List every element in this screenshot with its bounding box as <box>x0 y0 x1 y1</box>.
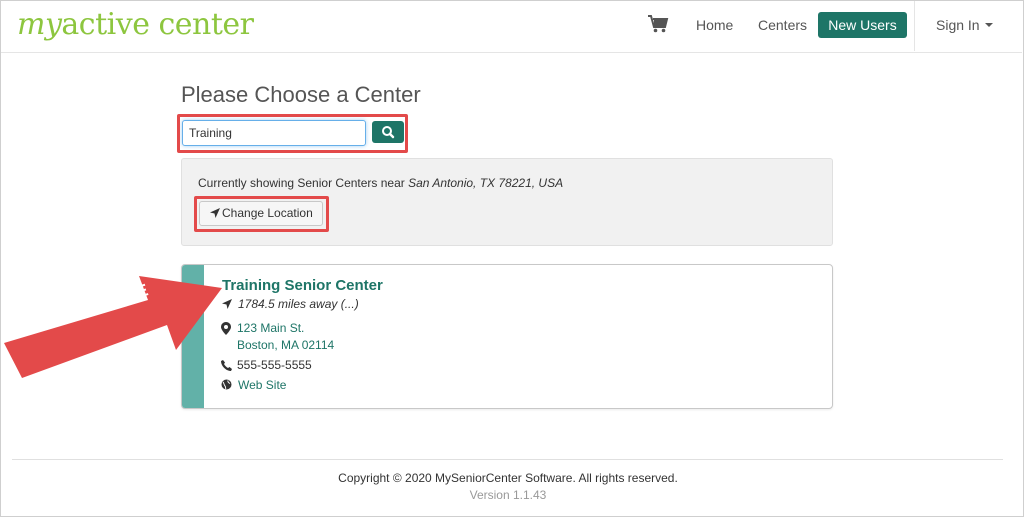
location-place: San Antonio, TX 78221, USA <box>408 176 564 190</box>
logo[interactable]: myactive center <box>17 7 254 43</box>
new-users-button[interactable]: New Users <box>818 12 907 38</box>
center-name-link[interactable]: Training Senior Center <box>222 277 383 294</box>
nav-divider <box>914 1 915 51</box>
footer-copyright: Copyright © 2020 MySeniorCenter Software… <box>338 471 678 485</box>
sign-in-label: Sign In <box>936 17 980 33</box>
center-address-line1[interactable]: 123 Main St. <box>237 321 304 335</box>
highlight-search-box <box>177 114 408 153</box>
highlight-change-location <box>194 196 329 232</box>
caret-down-icon <box>984 23 993 27</box>
center-website-link[interactable]: Web Site <box>238 378 286 392</box>
logo-text: active center <box>61 7 254 42</box>
location-prefix: Currently showing Senior Centers near <box>198 176 409 190</box>
sign-in-dropdown[interactable]: Sign In <box>936 17 993 33</box>
nav-home[interactable]: Home <box>696 17 733 33</box>
location-text: Currently showing Senior Centers near Sa… <box>198 176 563 190</box>
click-here-arrow <box>4 276 222 378</box>
cart-icon[interactable] <box>647 14 669 34</box>
footer-divider <box>12 459 1003 460</box>
center-address-line2[interactable]: Boston, MA 02114 <box>237 338 334 352</box>
nav-centers[interactable]: Centers <box>758 17 807 33</box>
center-distance: 1784.5 miles away (...) <box>238 297 359 311</box>
logo-my: my <box>17 7 62 42</box>
page-title: Please Choose a Center <box>181 82 421 107</box>
footer-version: Version 1.1.43 <box>469 488 547 502</box>
center-phone: 555-555-5555 <box>237 358 312 372</box>
